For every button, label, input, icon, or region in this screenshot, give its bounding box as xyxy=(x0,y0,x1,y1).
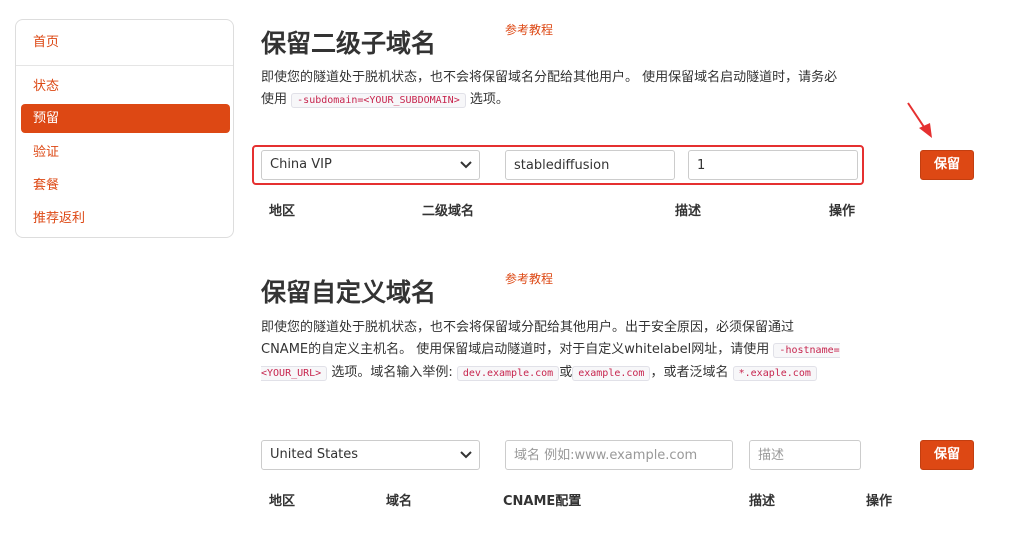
custom-desc-text-3: 或 xyxy=(559,365,573,380)
custom-domain-section-title: 保留自定义域名 xyxy=(261,278,437,307)
custom-header-action: 操作 xyxy=(866,494,893,509)
custom-domain-tutorial-link[interactable]: 参考教程 xyxy=(505,270,553,287)
subdomain-region-select[interactable]: China VIP xyxy=(261,150,480,180)
sidebar-item-verify[interactable]: 验证 xyxy=(21,138,230,167)
subdomain-header-desc: 描述 xyxy=(675,204,702,219)
custom-desc-input[interactable] xyxy=(749,440,861,470)
sidebar-item-referral[interactable]: 推荐返利 xyxy=(21,204,230,233)
custom-region-value: United States xyxy=(270,447,359,462)
sidebar-item-home[interactable]: 首页 xyxy=(21,28,230,57)
subdomain-name-input[interactable] xyxy=(505,150,675,180)
chevron-down-icon xyxy=(459,151,473,179)
sidebar-item-plans[interactable]: 套餐 xyxy=(21,171,230,200)
custom-desc-text-4: ，或者泛域名 xyxy=(650,365,729,380)
sidebar-item-reserved[interactable]: 预留 xyxy=(21,104,230,133)
subdomain-header-action: 操作 xyxy=(829,204,856,219)
sidebar-divider xyxy=(16,65,233,66)
subdomain-desc-text-end: 选项。 xyxy=(469,92,509,107)
subdomain-header-region: 地区 xyxy=(269,204,296,219)
subdomain-region-value: China VIP xyxy=(270,157,332,172)
custom-header-domain: 域名 xyxy=(386,494,413,509)
subdomain-section-title: 保留二级子域名 xyxy=(261,29,437,58)
subdomain-desc-input[interactable] xyxy=(688,150,858,180)
custom-header-region: 地区 xyxy=(269,494,296,509)
custom-save-button[interactable]: 保留 xyxy=(920,440,974,470)
example-code-root: example.com xyxy=(572,366,651,381)
subdomain-save-button[interactable]: 保留 xyxy=(920,150,974,180)
subdomain-header-subdomain: 二级域名 xyxy=(422,204,475,219)
subdomain-tutorial-link[interactable]: 参考教程 xyxy=(505,21,553,38)
red-arrow-icon xyxy=(900,98,936,144)
custom-header-cname: CNAME配置 xyxy=(503,494,582,509)
subdomain-flag-code: -subdomain=<YOUR_SUBDOMAIN> xyxy=(291,93,466,108)
subdomain-description: 即使您的隧道处于脱机状态，也不会将保留域名分配给其他用户。 使用保留域名启动隧道… xyxy=(261,67,841,112)
sidebar-nav: 首页 状态 预留 验证 套餐 推荐返利 xyxy=(15,19,234,238)
custom-region-select[interactable]: United States xyxy=(261,440,480,470)
custom-domain-description: 即使您的隧道处于脱机状态，也不会将保留域分配给其他用户。出于安全原因，必须保留通… xyxy=(261,317,841,385)
custom-desc-text-2: 选项。域名输入举例: xyxy=(331,365,453,380)
sidebar-item-status[interactable]: 状态 xyxy=(21,72,230,101)
custom-header-desc: 描述 xyxy=(749,494,776,509)
custom-desc-text: 即使您的隧道处于脱机状态，也不会将保留域分配给其他用户。出于安全原因，必须保留通… xyxy=(261,320,795,357)
example-code-dev: dev.example.com xyxy=(456,366,560,381)
custom-domain-input[interactable] xyxy=(505,440,733,470)
chevron-down-icon xyxy=(459,441,473,469)
example-code-wildcard: *.exaple.com xyxy=(732,366,817,381)
